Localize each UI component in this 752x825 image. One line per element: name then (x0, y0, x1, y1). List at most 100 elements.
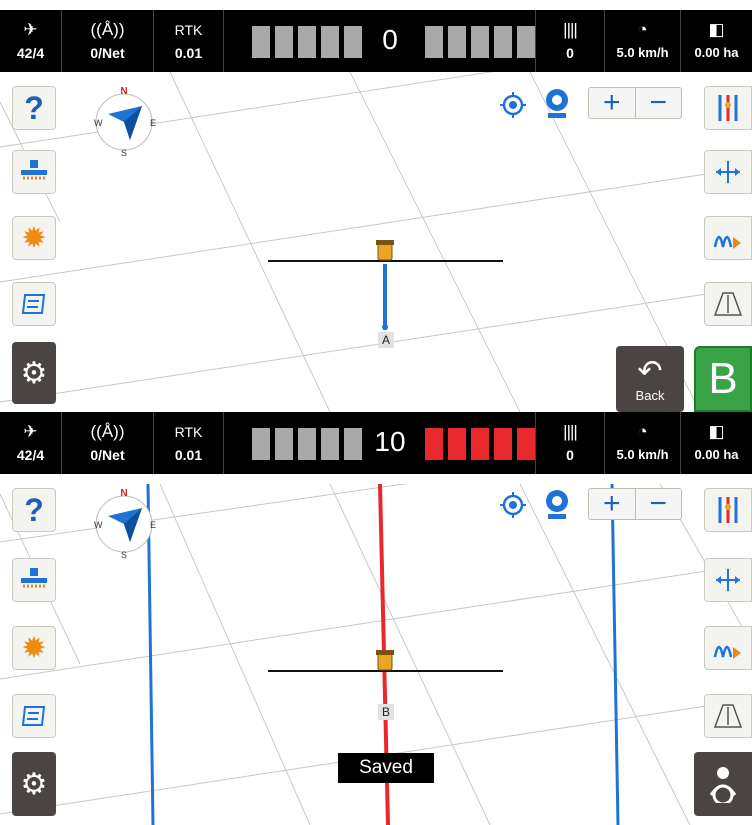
satellite-icon: ✈ (23, 20, 38, 39)
shift-line-button[interactable] (704, 150, 752, 194)
implement-button[interactable] (12, 150, 56, 194)
screenshot-top: ✈ 42/4 ((Å)) 0/Net RTK 0.01 0 |||| 0 ◔ 5… (0, 0, 752, 412)
sun-icon: ✹ (21, 631, 47, 665)
speedometer-icon: ◔ (637, 422, 648, 441)
set-point-b-button[interactable]: B (694, 346, 752, 412)
network-status: 0/Net (90, 447, 125, 463)
rtk-cell[interactable]: RTK 0.01 (154, 412, 224, 474)
compass-s: S (121, 550, 127, 558)
shift-line-button[interactable] (704, 558, 752, 602)
zoom-in-button[interactable]: + (589, 88, 636, 118)
help-icon: ? (24, 89, 44, 126)
area-icon: ◧ (708, 20, 725, 39)
shift-arrows-icon (716, 569, 740, 591)
back-label: Back (635, 387, 665, 403)
rtk-label: RTK (174, 424, 203, 440)
network-cell[interactable]: ((Å)) 0/Net (62, 10, 154, 72)
speed-cell[interactable]: ◔ 5.0 km/h (605, 412, 681, 474)
zoom-out-button[interactable]: − (636, 88, 682, 118)
swath-count: 0 (566, 447, 574, 463)
zoom-out-button[interactable]: − (636, 489, 682, 519)
auto-steer-button[interactable] (694, 752, 752, 816)
driver-steering-icon (709, 767, 737, 803)
satellite-cell[interactable]: ✈ 42/4 (0, 10, 62, 72)
field-button[interactable] (12, 694, 56, 738)
compass-icon[interactable]: N S W E (90, 84, 158, 156)
wave-path-icon (713, 235, 741, 249)
help-button[interactable]: ? (12, 86, 56, 130)
swath-lines-icon: |||| (563, 422, 578, 441)
offset-value: 10 (374, 426, 406, 457)
rtk-label: RTK (174, 22, 203, 38)
zoom-control: + − (588, 488, 682, 520)
perspective-button[interactable] (704, 694, 752, 738)
guidance-lines-button[interactable] (704, 86, 752, 130)
satellite-cell[interactable]: ✈ 42/4 (0, 412, 62, 474)
rtk-value: 0.01 (174, 447, 203, 463)
rtk-value: 0.01 (174, 45, 203, 61)
network-status: 0/Net (90, 45, 125, 61)
guidance-lines-icon (718, 95, 738, 121)
field-switch-icon (21, 294, 46, 314)
guidance-lines-button[interactable] (704, 488, 752, 532)
swath-cell[interactable]: |||| 0 (535, 10, 605, 72)
gear-wrench-icon: ⚙ (20, 767, 48, 801)
undo-arrow-icon: ↶ (637, 354, 663, 388)
swath-count: 0 (566, 45, 574, 61)
wave-path-icon (713, 645, 741, 659)
saved-toast: Saved (338, 753, 434, 783)
perspective-button[interactable] (704, 282, 752, 326)
perspective-road-icon (713, 704, 743, 728)
antenna-icon: ((Å)) (90, 20, 125, 39)
implement-icon (21, 568, 47, 588)
compass-icon[interactable]: N S W E (90, 486, 158, 558)
auto-turn-button[interactable] (704, 216, 752, 260)
settings-button[interactable]: ⚙ (12, 752, 56, 816)
camera-view-icon[interactable] (542, 488, 572, 520)
brightness-button[interactable]: ✹ (12, 626, 56, 670)
settings-button[interactable]: ⚙ (12, 342, 56, 404)
offset-value: 0 (382, 24, 398, 55)
brightness-button[interactable]: ✹ (12, 216, 56, 260)
area-value: 0.00 ha (694, 447, 739, 462)
lightbar-right (425, 428, 535, 460)
back-button[interactable]: ↶ Back (616, 346, 684, 412)
compass-n: N (120, 86, 127, 97)
status-bar: ✈ 42/4 ((Å)) 0/Net RTK 0.01 0 |||| 0 ◔ 5… (0, 10, 752, 72)
point-b-label: B (378, 704, 394, 720)
perspective-road-icon (713, 292, 743, 316)
network-cell[interactable]: ((Å)) 0/Net (62, 412, 154, 474)
b-button-label: B (708, 354, 738, 403)
swath-cell[interactable]: |||| 0 (535, 412, 605, 474)
antenna-icon: ((Å)) (90, 422, 125, 441)
zoom-in-button[interactable]: + (589, 489, 636, 519)
guidance-lines-icon (718, 497, 738, 523)
sun-icon: ✹ (21, 221, 47, 255)
field-button[interactable] (12, 282, 56, 326)
auto-turn-button[interactable] (704, 626, 752, 670)
swath-lines-icon: |||| (563, 20, 578, 39)
zoom-control: + − (588, 87, 682, 119)
lightbar-left (252, 26, 362, 58)
speed-cell[interactable]: ◔ 5.0 km/h (605, 10, 681, 72)
speed-value: 5.0 km/h (616, 447, 669, 462)
area-cell[interactable]: ◧ 0.00 ha (681, 412, 752, 474)
area-value: 0.00 ha (694, 45, 739, 60)
field-switch-icon (21, 706, 46, 726)
locate-icon[interactable] (500, 492, 526, 518)
implement-button[interactable] (12, 558, 56, 602)
area-cell[interactable]: ◧ 0.00 ha (681, 10, 752, 72)
compass-n: N (120, 488, 127, 499)
camera-view-icon[interactable] (542, 87, 572, 119)
status-bar: ✈ 42/4 ((Å)) 0/Net RTK 0.01 10 |||| 0 ◔ … (0, 412, 752, 474)
help-button[interactable]: ? (12, 488, 56, 532)
rtk-cell[interactable]: RTK 0.01 (154, 10, 224, 72)
satellite-count: 42/4 (16, 447, 45, 463)
help-icon: ? (24, 491, 44, 528)
area-icon: ◧ (708, 422, 725, 441)
compass-w: W (94, 520, 103, 530)
compass-w: W (94, 118, 103, 128)
point-a-label: A (378, 332, 394, 348)
locate-icon[interactable] (500, 92, 526, 118)
speedometer-icon: ◔ (637, 20, 648, 39)
